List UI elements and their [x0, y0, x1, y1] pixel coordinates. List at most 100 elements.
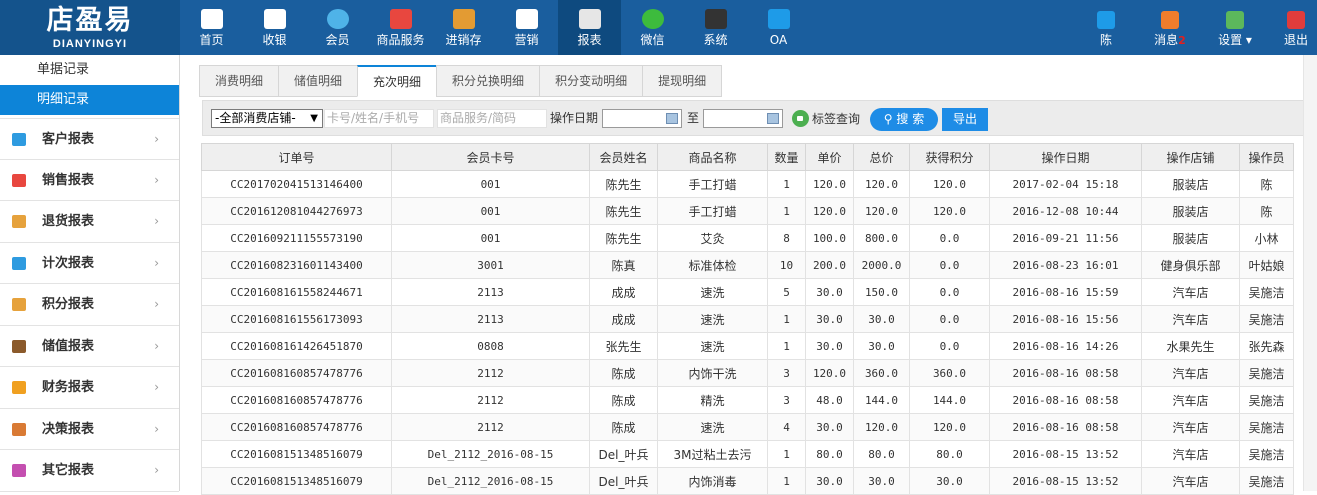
column-header[interactable]: 单价 [805, 143, 854, 171]
nav-item-2[interactable]: 会员 [306, 0, 369, 55]
member-icon [326, 9, 349, 29]
calendar-icon[interactable] [666, 113, 678, 124]
logout-button[interactable]: 退出 [1280, 0, 1312, 55]
table-cell: 144.0 [853, 386, 910, 414]
app-logo[interactable]: 店盈易 DIANYINGYI [0, 0, 180, 55]
table-cell: 2016-08-16 08:58 [989, 386, 1142, 414]
column-header[interactable]: 会员姓名 [589, 143, 658, 171]
logo-text-en: DIANYINGYI [52, 38, 128, 50]
card-search-input[interactable]: 卡号/姓名/手机号 [324, 109, 434, 128]
table-cell: 2112 [391, 359, 590, 387]
table-row[interactable]: CC201609211155573190 001 陈先生 艾灸 8 100.0 800.0 0… [201, 224, 1294, 252]
column-header[interactable]: 数量 [767, 143, 806, 171]
table-row[interactable]: CC201608151348516079 Del_2112_2016-08-15 D… [201, 467, 1294, 495]
nav-item-5[interactable]: 营销 [495, 0, 558, 55]
table-cell: 吴施洁 [1239, 413, 1294, 441]
column-header[interactable]: 总价 [853, 143, 910, 171]
nav-item-3[interactable]: 商品服务 [369, 0, 432, 55]
user-menu[interactable]: 陈 [1090, 0, 1122, 55]
tab-1[interactable]: 储值明细 [278, 65, 358, 97]
sidebar-item-0[interactable]: 客户报表 › [0, 118, 179, 160]
settings-button[interactable]: 设置 ▾ [1215, 0, 1255, 55]
settings-label: 设置 [1218, 33, 1243, 47]
column-header[interactable]: 商品名称 [657, 143, 768, 171]
calendar-icon[interactable] [767, 113, 779, 124]
table-cell: 陈先生 [589, 197, 658, 225]
sidebar-item-8[interactable]: 其它报表 › [0, 450, 179, 492]
sidebar-item-3[interactable]: 计次报表 › [0, 243, 179, 284]
table-cell: 精洗 [657, 386, 768, 414]
nav-item-9[interactable]: OA [747, 0, 810, 55]
column-header[interactable]: 操作日期 [989, 143, 1142, 171]
tag-query-label: 标签查询 [812, 112, 861, 126]
tab-4[interactable]: 积分变动明细 [539, 65, 643, 97]
bar-chart-icon [12, 256, 26, 270]
table-row[interactable]: CC201608160857478776 2112 陈成 速洗 4 30.0 120.0 12… [201, 413, 1294, 441]
megaphone-icon [515, 9, 538, 29]
search-button[interactable]: ⚲ 搜 索 [870, 108, 938, 131]
table-cell: 30.0 [805, 332, 854, 360]
sidebar-menu: 客户报表 › 销售报表 › 退货报表 › 计次报表 › 积分报表 › 储值报表 › 财务报表 › 决策报表 ›… [0, 118, 179, 492]
table-row[interactable]: CC201702041513146400 001 陈先生 手工打蜡 1 120.0 120.… [201, 170, 1294, 198]
messages-button[interactable]: 消息2 [1148, 0, 1192, 55]
sidebar-item-2[interactable]: 退货报表 › [0, 201, 179, 243]
table-cell: 2016-08-15 13:52 [989, 440, 1142, 468]
table-cell: 汽车店 [1141, 440, 1240, 468]
table-cell: 2016-08-16 14:26 [989, 332, 1142, 360]
sidebar-item-1[interactable]: 销售报表 › [0, 160, 179, 201]
table-cell: CC201609211155573190 [201, 224, 392, 252]
sidebar-item-5[interactable]: 储值报表 › [0, 326, 179, 367]
export-button[interactable]: 导出 [942, 108, 988, 131]
nav-item-7[interactable]: 微信 [621, 0, 684, 55]
chevron-right-icon: › [154, 214, 159, 228]
column-header[interactable]: 操作店铺 [1141, 143, 1240, 171]
tab-3[interactable]: 积分兑换明细 [436, 65, 540, 97]
table-row[interactable]: CC201608160857478776 2112 陈成 精洗 3 48.0 144.0 14… [201, 386, 1294, 414]
nav-label: 微信 [640, 33, 665, 47]
report-icon [578, 9, 601, 29]
sidebar-item-7[interactable]: 决策报表 › [0, 409, 179, 450]
vertical-scrollbar[interactable] [1303, 55, 1317, 491]
sidebar-subitem-documents[interactable]: 单据记录 [0, 55, 179, 85]
nav-item-1[interactable]: 收银 [243, 0, 306, 55]
tab-5[interactable]: 提现明细 [642, 65, 723, 97]
nav-item-8[interactable]: 系统 [684, 0, 747, 55]
sidebar-subitem-details[interactable]: 明细记录 [0, 85, 179, 115]
table-cell: 0.0 [909, 278, 990, 306]
nav-item-0[interactable]: 首页 [180, 0, 243, 55]
store-select[interactable]: -全部消费店铺- ▼ [211, 109, 323, 128]
table-cell: 水果先生 [1141, 332, 1240, 360]
column-header[interactable]: 订单号 [201, 143, 392, 171]
chevron-right-icon: › [154, 421, 159, 436]
end-date-input[interactable] [703, 109, 783, 128]
messages-badge: 2 [1178, 34, 1186, 47]
table-cell: CC201608160857478776 [201, 359, 392, 387]
nav-item-4[interactable]: 进销存 [432, 0, 495, 55]
column-header[interactable]: 操作员 [1239, 143, 1294, 171]
table-cell: CC201608160857478776 [201, 386, 392, 414]
tag-query-button[interactable]: 标签查询 [792, 110, 860, 127]
sidebar-item-4[interactable]: 积分报表 › [0, 284, 179, 326]
start-date-input[interactable] [602, 109, 682, 128]
table-row[interactable]: CC201608161558244671 2113 成成 速洗 5 30.0 150.0 0.… [201, 278, 1294, 306]
chevron-right-icon: › [154, 255, 159, 270]
table-row[interactable]: CC201612081044276973 001 陈先生 手工打蜡 1 120.0 120.… [201, 197, 1294, 225]
table-cell: 2016-08-16 15:59 [989, 278, 1142, 306]
table-row[interactable]: CC201608231601143400 3001 陈真 标准体检 10 200.0 200… [201, 251, 1294, 279]
column-header[interactable]: 会员卡号 [391, 143, 590, 171]
tab-2[interactable]: 充次明细 [357, 65, 437, 97]
table-row[interactable]: CC201608161426451870 0808 张先生 速洗 1 30.0 30.0 0.… [201, 332, 1294, 360]
table-row[interactable]: CC201608151348516079 Del_2112_2016-08-15 D… [201, 440, 1294, 468]
table-cell: 陈真 [589, 251, 658, 279]
column-header[interactable]: 获得积分 [909, 143, 990, 171]
table-cell: 成成 [589, 305, 658, 333]
tab-0[interactable]: 消费明细 [199, 65, 279, 97]
table-cell: 120.0 [805, 359, 854, 387]
goods-search-input[interactable]: 商品服务/简码 [437, 109, 547, 128]
table-cell: 30.0 [853, 305, 910, 333]
table-row[interactable]: CC201608160857478776 2112 陈成 内饰干洗 3 120.0 360.… [201, 359, 1294, 387]
sidebar-item-6[interactable]: 财务报表 › [0, 367, 179, 409]
table-row[interactable]: CC201608161556173093 2113 成成 速洗 1 30.0 30.0 0.0… [201, 305, 1294, 333]
nav-item-6[interactable]: 报表 [558, 0, 621, 55]
table-cell: 30.0 [805, 305, 854, 333]
